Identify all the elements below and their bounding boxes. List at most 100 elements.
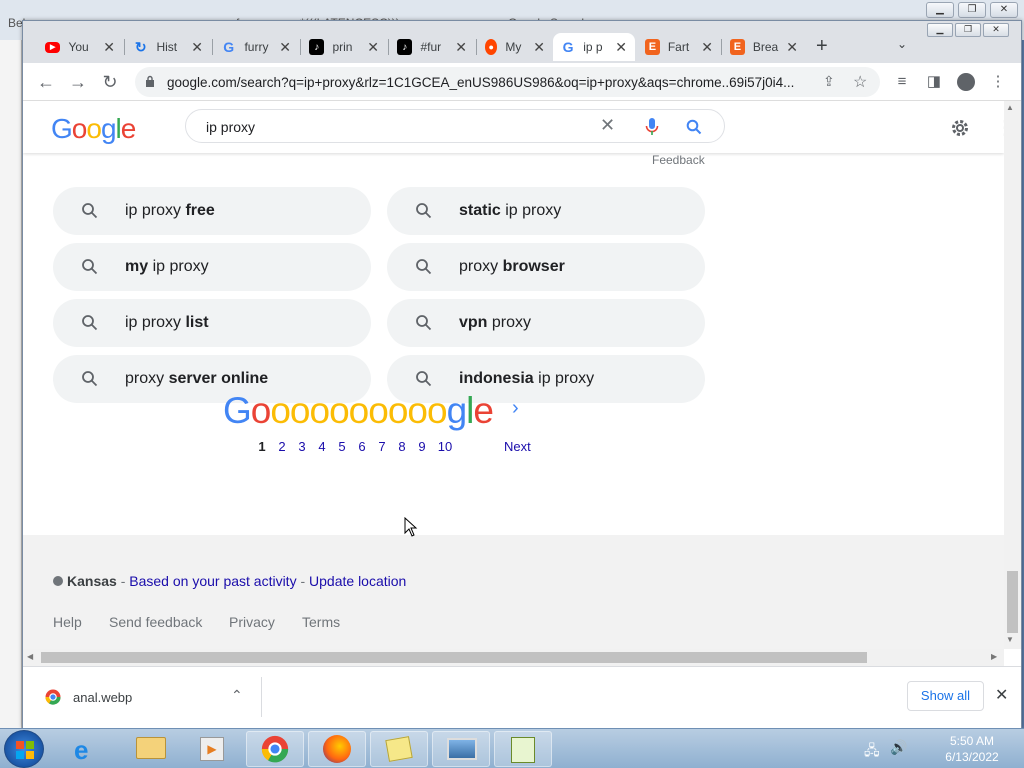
folder-icon: [136, 737, 166, 759]
privacy-link[interactable]: Privacy: [229, 614, 275, 630]
related-search-chip[interactable]: ip proxy free: [53, 187, 371, 235]
tab-etsy-1[interactable]: E Fart ✕: [637, 33, 721, 61]
close-tab-icon[interactable]: ✕: [191, 39, 203, 56]
vertical-scroll-thumb[interactable]: [1007, 571, 1018, 633]
vertical-scrollbar[interactable]: ▲ ▼: [1004, 101, 1021, 649]
related-search-chip[interactable]: ip proxy list: [53, 299, 371, 347]
related-search-chip[interactable]: proxy browser: [387, 243, 705, 291]
page-link[interactable]: 2: [275, 439, 289, 454]
outer-close-button[interactable]: ✕: [990, 2, 1018, 18]
show-all-button[interactable]: Show all: [907, 681, 984, 711]
taskbar-firefox[interactable]: [308, 731, 366, 767]
related-search-label: static ip proxy: [459, 202, 562, 219]
taskbar-media[interactable]: ▶: [184, 731, 242, 767]
minimize-button[interactable]: ▁: [927, 23, 953, 37]
page-link[interactable]: 5: [335, 439, 349, 454]
close-tab-icon[interactable]: ✕: [615, 39, 627, 56]
taskbar-explorer[interactable]: [122, 731, 180, 767]
next-chevron-icon[interactable]: ›: [512, 397, 519, 420]
media-queue-icon[interactable]: ≡: [891, 71, 913, 93]
restore-button[interactable]: ❐: [955, 23, 981, 37]
page-link[interactable]: 9: [415, 439, 429, 454]
download-options-chevron-icon[interactable]: ⌃: [231, 687, 243, 704]
search-input[interactable]: ip proxy: [206, 119, 255, 135]
page-link[interactable]: 3: [295, 439, 309, 454]
taskbar-ie[interactable]: e: [60, 731, 118, 767]
back-button[interactable]: ←: [35, 71, 57, 93]
related-search-label: vpn proxy: [459, 314, 532, 331]
tab-youtube[interactable]: ▶ You ✕: [37, 33, 123, 61]
close-window-button[interactable]: ✕: [983, 23, 1009, 37]
share-icon[interactable]: ⇪: [823, 73, 835, 90]
terms-link[interactable]: Terms: [302, 614, 340, 630]
tab-google-furry[interactable]: G furry ✕: [213, 33, 299, 61]
forward-button[interactable]: →: [67, 71, 89, 93]
windows-logo-icon: [16, 741, 34, 759]
clear-search-icon[interactable]: ✕: [600, 115, 615, 136]
tab-tiktok-1[interactable]: ♪ prin ✕: [301, 33, 387, 61]
tab-tiktok-2[interactable]: ♪ #fur ✕: [389, 33, 475, 61]
horizontal-scroll-thumb[interactable]: [41, 652, 867, 663]
search-box[interactable]: ip proxy ✕: [185, 109, 725, 143]
taskbar-clock[interactable]: 5:50 AM 6/13/2022: [926, 733, 1018, 765]
voice-search-icon[interactable]: [645, 118, 659, 136]
address-bar[interactable]: google.com/search?q=ip+proxy&rlz=1C1GCEA…: [135, 67, 880, 97]
volume-icon[interactable]: 🔊: [890, 739, 907, 756]
update-location-link[interactable]: Update location: [309, 573, 406, 589]
page-link[interactable]: 6: [355, 439, 369, 454]
tab-search-chevron-icon[interactable]: ⌄: [897, 37, 907, 51]
feedback-link[interactable]: Feedback: [652, 153, 705, 167]
page-link[interactable]: 7: [375, 439, 389, 454]
windows-taskbar: e ▶ 🖧 🔊 5:50 AM 6/13/2022: [0, 728, 1024, 768]
download-item[interactable]: anal.webp ⌃: [23, 667, 261, 727]
search-icon: [82, 371, 98, 387]
close-tab-icon[interactable]: ✕: [455, 39, 467, 56]
tab-reddit[interactable]: ● My ✕: [477, 33, 553, 61]
pagination-logo: Goooooooooogle: [223, 390, 494, 431]
outer-restore-button[interactable]: ❐: [958, 2, 986, 18]
location-dot-icon: [53, 576, 63, 586]
next-page-link[interactable]: Next: [504, 439, 544, 454]
close-tab-icon[interactable]: ✕: [103, 39, 115, 56]
close-tab-icon[interactable]: ✕: [701, 39, 713, 56]
side-panel-icon[interactable]: ◨: [923, 71, 945, 93]
tab-history[interactable]: ↻ Hist ✕: [125, 33, 211, 61]
taskbar-photos[interactable]: [432, 731, 490, 767]
reddit-icon: ●: [485, 39, 498, 55]
horizontal-scrollbar[interactable]: ◀ ▶: [23, 649, 1004, 666]
apps-menu-icon[interactable]: ⋮: [995, 115, 1004, 140]
close-tab-icon[interactable]: ✕: [279, 39, 291, 56]
etsy-icon: E: [645, 39, 660, 55]
past-activity-link[interactable]: Based on your past activity: [129, 573, 296, 589]
close-tab-icon[interactable]: ✕: [367, 39, 379, 56]
close-tab-icon[interactable]: ✕: [786, 39, 798, 56]
taskbar-chrome[interactable]: [246, 731, 304, 767]
new-tab-button[interactable]: +: [816, 35, 828, 58]
related-search-chip[interactable]: static ip proxy: [387, 187, 705, 235]
network-icon[interactable]: 🖧: [864, 740, 880, 764]
page-link[interactable]: 4: [315, 439, 329, 454]
bookmark-star-icon[interactable]: ☆: [853, 72, 867, 92]
photo-viewer-icon: [447, 738, 477, 760]
chrome-menu-icon[interactable]: ⋮: [987, 71, 1009, 93]
google-logo[interactable]: Google: [51, 113, 136, 145]
page-link[interactable]: 8: [395, 439, 409, 454]
outer-minimize-button[interactable]: ▁: [926, 2, 954, 18]
related-search-chip[interactable]: vpn proxy: [387, 299, 705, 347]
start-button[interactable]: [4, 730, 44, 768]
separator: -: [296, 573, 310, 589]
tab-etsy-2[interactable]: E Brea ✕: [722, 33, 806, 61]
page-link[interactable]: 10: [435, 439, 455, 454]
close-tab-icon[interactable]: ✕: [533, 39, 545, 56]
related-search-chip[interactable]: my ip proxy: [53, 243, 371, 291]
send-feedback-link[interactable]: Send feedback: [109, 614, 202, 630]
taskbar-notes[interactable]: [370, 731, 428, 767]
taskbar-editor[interactable]: [494, 731, 552, 767]
settings-gear-icon[interactable]: [949, 117, 971, 139]
tab-active-ip-proxy[interactable]: G ip p ✕: [553, 33, 635, 61]
profile-avatar-icon[interactable]: [955, 71, 977, 93]
close-download-bar-icon[interactable]: ✕: [995, 685, 1008, 705]
help-link[interactable]: Help: [53, 614, 82, 630]
reload-button[interactable]: ↻: [99, 71, 121, 93]
search-icon[interactable]: [686, 119, 702, 135]
